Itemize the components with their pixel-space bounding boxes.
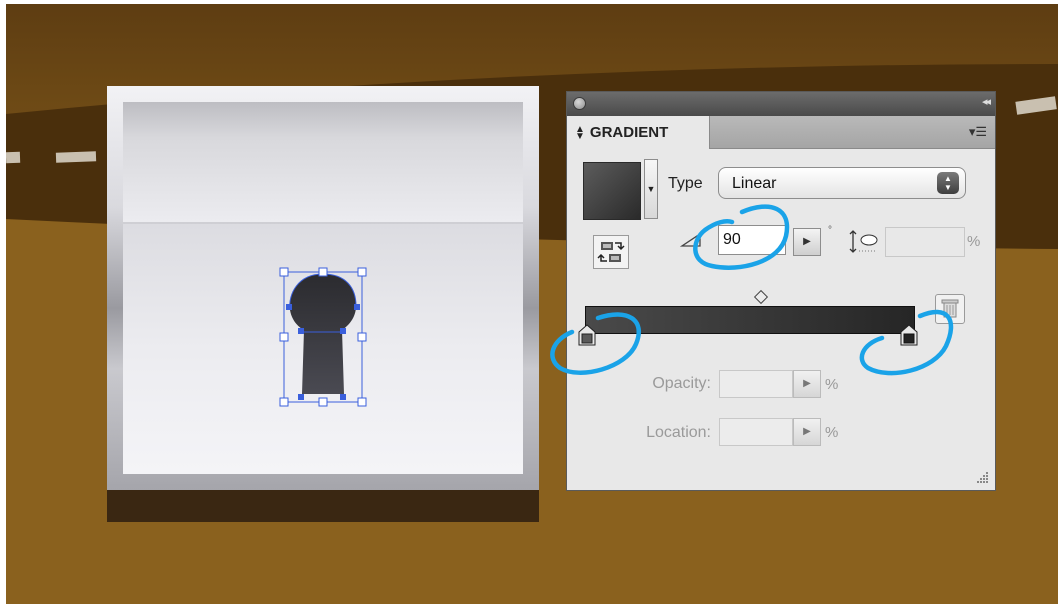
- box-base: [107, 490, 539, 522]
- tab-gradient-label: GRADIENT: [589, 124, 669, 141]
- close-icon[interactable]: [573, 97, 586, 110]
- box-lid: [123, 102, 523, 222]
- tab-expand-icon[interactable]: ▲ ▼: [575, 124, 585, 141]
- gradient-slider[interactable]: [578, 289, 918, 352]
- reverse-gradient-button[interactable]: [593, 235, 629, 269]
- chevron-down-icon: ▼: [646, 184, 656, 194]
- opacity-input: [719, 370, 793, 398]
- opacity-dropdown-button: ▶: [793, 370, 821, 398]
- type-select[interactable]: Linear ▲ ▼: [718, 167, 966, 199]
- delete-stop-icon: [941, 299, 959, 318]
- location-label: Location:: [646, 424, 711, 441]
- opacity-percent: %: [825, 376, 839, 393]
- select-arrows-icon: ▲ ▼: [937, 172, 959, 194]
- location-percent: %: [825, 424, 839, 441]
- resize-grip-icon[interactable]: [975, 470, 989, 484]
- aspect-ratio-input: [885, 227, 965, 257]
- angle-dropdown-button[interactable]: ▶: [793, 228, 821, 256]
- aspect-percent: %: [967, 233, 981, 250]
- gradient-ramp[interactable]: [585, 306, 915, 334]
- location-dropdown-button: ▶: [793, 418, 821, 446]
- gradient-swatch[interactable]: [583, 162, 641, 220]
- gradient-midpoint[interactable]: [753, 289, 769, 305]
- tab-strip: ▲ ▼ GRADIENT ▾☰: [567, 116, 995, 149]
- location-input: [719, 418, 793, 446]
- gradient-panel: ◂◂ ▲ ▼ GRADIENT ▾☰ ▼ Type Linear ▲ ▼ 90 ▶ …: [566, 91, 996, 491]
- delete-stop-button[interactable]: [935, 294, 965, 324]
- angle-input[interactable]: 90: [718, 225, 786, 255]
- gradient-stop-left[interactable]: [578, 324, 596, 346]
- panel-collapse-icon[interactable]: ◂◂: [982, 95, 991, 108]
- type-select-value: Linear: [732, 175, 777, 192]
- opacity-label: Opacity:: [652, 375, 711, 392]
- angle-icon: [680, 232, 701, 247]
- degree-symbol: °: [828, 225, 832, 236]
- gradient-stop-right[interactable]: [900, 324, 918, 346]
- reverse-gradient-icon: [597, 242, 625, 262]
- panel-titlebar[interactable]: ◂◂: [567, 92, 995, 116]
- keyhole-shape[interactable]: [278, 266, 368, 408]
- aspect-ratio-icon: [849, 230, 878, 253]
- tab-gradient[interactable]: ▲ ▼ GRADIENT: [567, 116, 710, 149]
- panel-menu-icon[interactable]: ▾☰: [969, 124, 987, 140]
- swatch-dropdown-button[interactable]: ▼: [644, 159, 658, 219]
- type-label: Type: [668, 175, 703, 192]
